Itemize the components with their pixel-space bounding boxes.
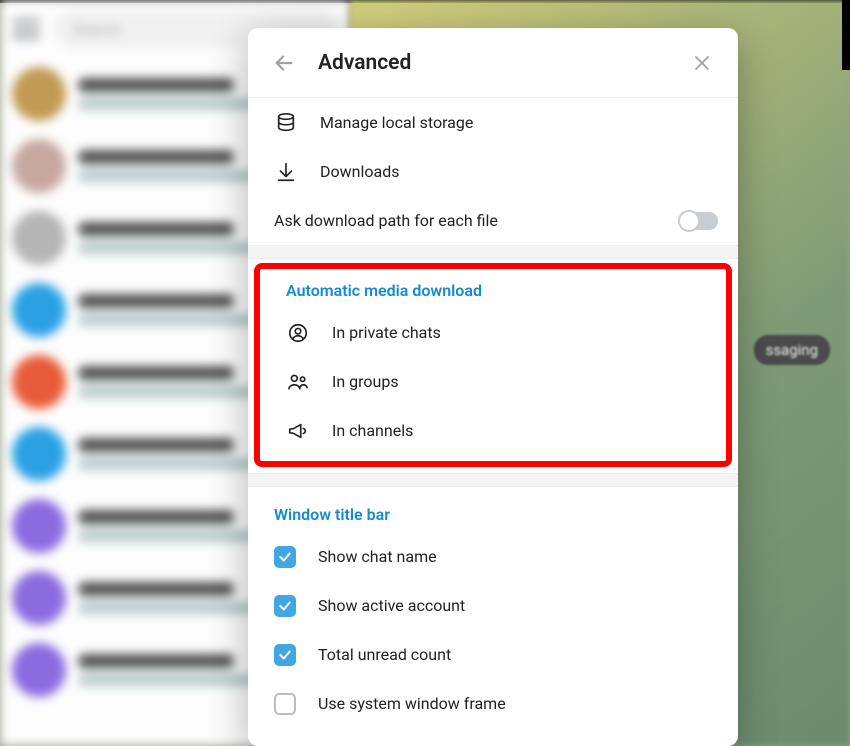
avatar [12, 427, 66, 481]
avatar [12, 643, 66, 697]
row-label: Show chat name [318, 547, 712, 566]
menu-icon[interactable] [12, 19, 40, 39]
avatar [12, 67, 66, 121]
dialog-title: Advanced [318, 51, 668, 75]
close-button[interactable] [688, 49, 716, 77]
show-active-account-row[interactable]: Show active account [248, 581, 738, 630]
checkbox-on[interactable] [274, 644, 296, 666]
advanced-settings-dialog: Advanced Manage local storage Downloads … [248, 28, 738, 746]
group-icon [286, 370, 310, 394]
manage-local-storage-row[interactable]: Manage local storage [248, 98, 738, 147]
checkbox-off[interactable] [274, 693, 296, 715]
row-label: In groups [332, 372, 700, 391]
section-title-auto-download: Automatic media download [260, 269, 726, 308]
avatar [12, 355, 66, 409]
avatar [12, 139, 66, 193]
bg-message-bubble: ssaging [754, 335, 830, 365]
downloads-row[interactable]: Downloads [248, 147, 738, 196]
section-title-window-titlebar: Window title bar [248, 487, 738, 532]
ask-download-path-row[interactable]: Ask download path for each file [248, 196, 738, 245]
show-chat-name-row[interactable]: Show chat name [248, 532, 738, 581]
use-system-window-frame-row[interactable]: Use system window frame [248, 679, 738, 728]
section-divider [248, 245, 738, 259]
automatic-media-download-highlight: Automatic media download In private chat… [254, 263, 732, 467]
storage-icon [274, 111, 298, 135]
checkbox-on[interactable] [274, 546, 296, 568]
row-label: In private chats [332, 323, 700, 342]
checkbox-on[interactable] [274, 595, 296, 617]
auto-download-channels-row[interactable]: In channels [260, 406, 726, 455]
row-label: Manage local storage [320, 113, 712, 132]
row-label: Ask download path for each file [274, 211, 656, 230]
avatar [12, 283, 66, 337]
total-unread-count-row[interactable]: Total unread count [248, 630, 738, 679]
row-label: Downloads [320, 162, 712, 181]
row-label: Use system window frame [318, 694, 712, 713]
auto-download-groups-row[interactable]: In groups [260, 357, 726, 406]
auto-download-private-row[interactable]: In private chats [260, 308, 726, 357]
row-label: Show active account [318, 596, 712, 615]
user-icon [286, 321, 310, 345]
row-label: In channels [332, 421, 700, 440]
section-divider [248, 473, 738, 487]
row-label: Total unread count [318, 645, 712, 664]
dialog-body: Manage local storage Downloads Ask downl… [248, 98, 738, 746]
dialog-header: Advanced [248, 28, 738, 98]
avatar [12, 211, 66, 265]
scrollbar-stub [842, 0, 850, 70]
avatar [12, 571, 66, 625]
back-button[interactable] [270, 49, 298, 77]
download-icon [274, 160, 298, 184]
avatar [12, 499, 66, 553]
megaphone-icon [286, 419, 310, 443]
ask-download-path-toggle[interactable] [678, 212, 718, 230]
